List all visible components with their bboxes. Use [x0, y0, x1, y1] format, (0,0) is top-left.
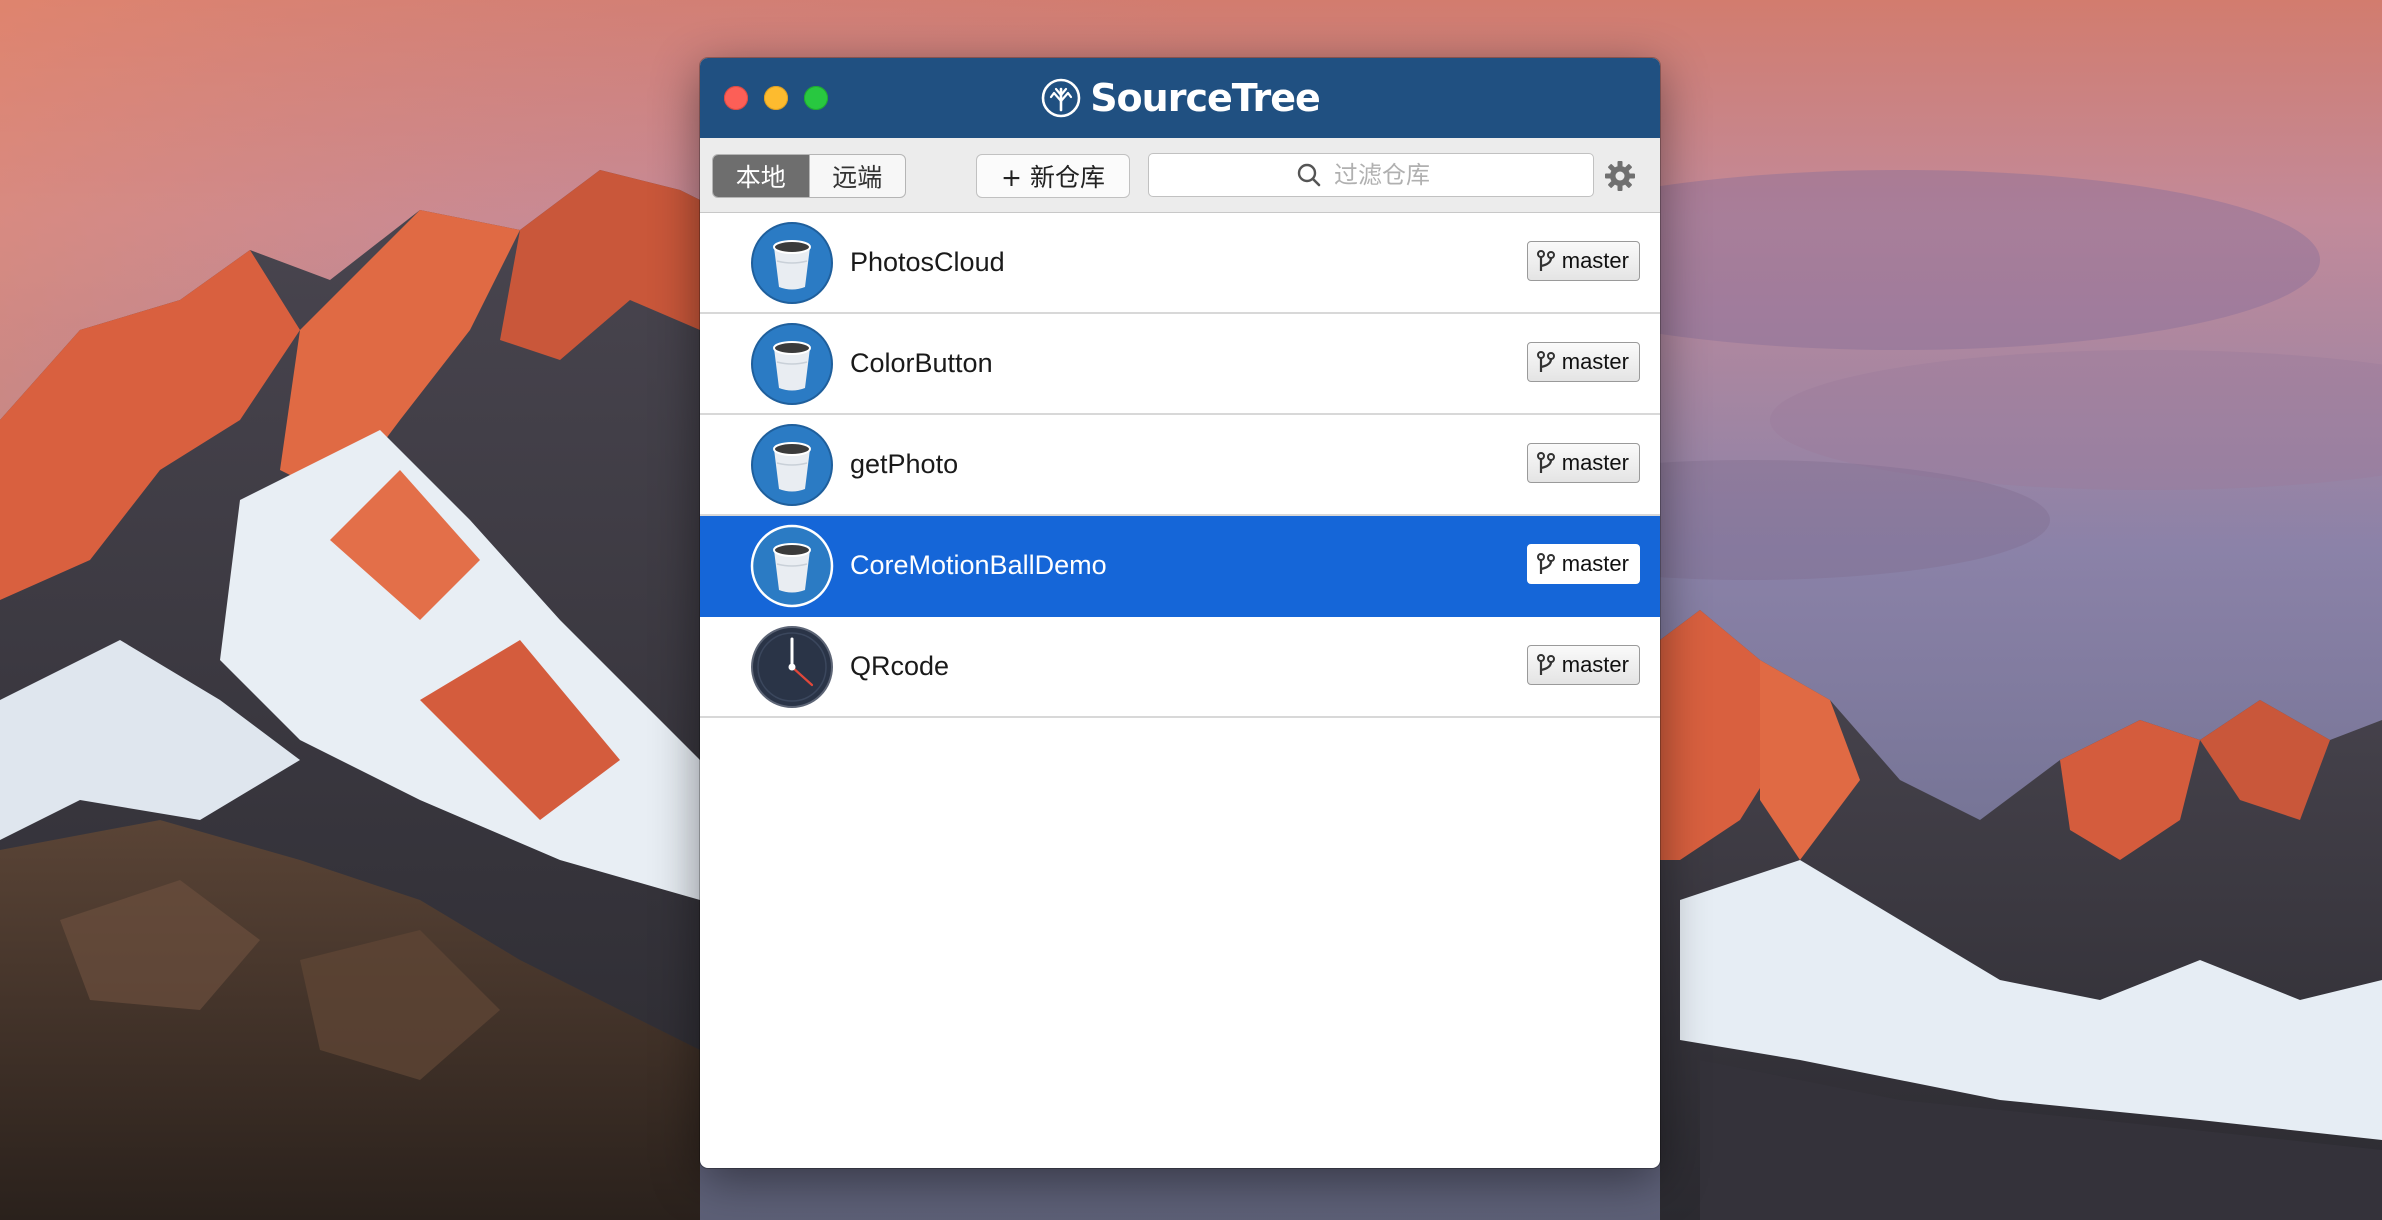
- repo-row-photoscloud[interactable]: PhotosCloud master: [700, 213, 1660, 314]
- tab-remote[interactable]: 远端: [808, 155, 906, 197]
- filter-repos-field[interactable]: [1148, 153, 1594, 197]
- gear-icon[interactable]: [1604, 160, 1636, 192]
- repo-row-getphoto[interactable]: getPhoto master: [700, 415, 1660, 516]
- branch-icon: [1536, 452, 1555, 473]
- branch-label: master: [1561, 450, 1629, 475]
- repo-row-coremotionballdemo[interactable]: CoreMotionBallDemo master: [700, 516, 1660, 617]
- branch-badge[interactable]: master: [1526, 342, 1640, 382]
- titlebar[interactable]: SourceTree: [700, 58, 1660, 138]
- repo-list: PhotosCloud master ColorButton master ge…: [700, 213, 1660, 718]
- branch-label: master: [1561, 349, 1629, 374]
- branch-badge[interactable]: master: [1526, 241, 1640, 281]
- toolbar: 本地 远端 + 新仓库: [700, 138, 1660, 213]
- repo-row-qrcode[interactable]: QRcode master: [700, 617, 1660, 718]
- branch-badge[interactable]: master: [1526, 544, 1640, 584]
- app-title: SourceTree: [1090, 76, 1321, 120]
- repo-row-colorbutton[interactable]: ColorButton master: [700, 314, 1660, 415]
- sourcetree-logo-icon: [1041, 78, 1081, 118]
- branch-label: master: [1561, 652, 1629, 677]
- branch-icon: [1536, 553, 1555, 574]
- sourcetree-window: SourceTree 本地 远端 + 新仓库 过滤仓库 PhotosCloud …: [700, 58, 1660, 1168]
- clock-icon: [751, 626, 833, 708]
- local-remote-switch: 本地 远端: [712, 154, 906, 198]
- bucket-icon: [750, 524, 834, 608]
- tab-local[interactable]: 本地: [713, 155, 809, 197]
- repo-name: getPhoto: [850, 449, 959, 479]
- bucket-icon: [751, 323, 833, 405]
- bucket-icon: [751, 222, 833, 304]
- repo-name: CoreMotionBallDemo: [850, 550, 1107, 580]
- repo-name: QRcode: [850, 651, 950, 681]
- brand: SourceTree: [700, 58, 1660, 138]
- branch-icon: [1536, 250, 1555, 271]
- branch-icon: [1536, 654, 1555, 675]
- branch-label: master: [1561, 551, 1629, 576]
- branch-badge[interactable]: master: [1526, 645, 1640, 685]
- branch-label: master: [1561, 248, 1629, 273]
- repo-name: ColorButton: [850, 348, 993, 378]
- filter-repos-input[interactable]: [1332, 160, 1446, 190]
- search-icon: [1297, 163, 1321, 187]
- new-repo-button[interactable]: + 新仓库: [976, 154, 1130, 198]
- bucket-icon: [751, 424, 833, 506]
- branch-badge[interactable]: master: [1526, 443, 1640, 483]
- repo-name: PhotosCloud: [850, 247, 1005, 277]
- branch-icon: [1536, 351, 1555, 372]
